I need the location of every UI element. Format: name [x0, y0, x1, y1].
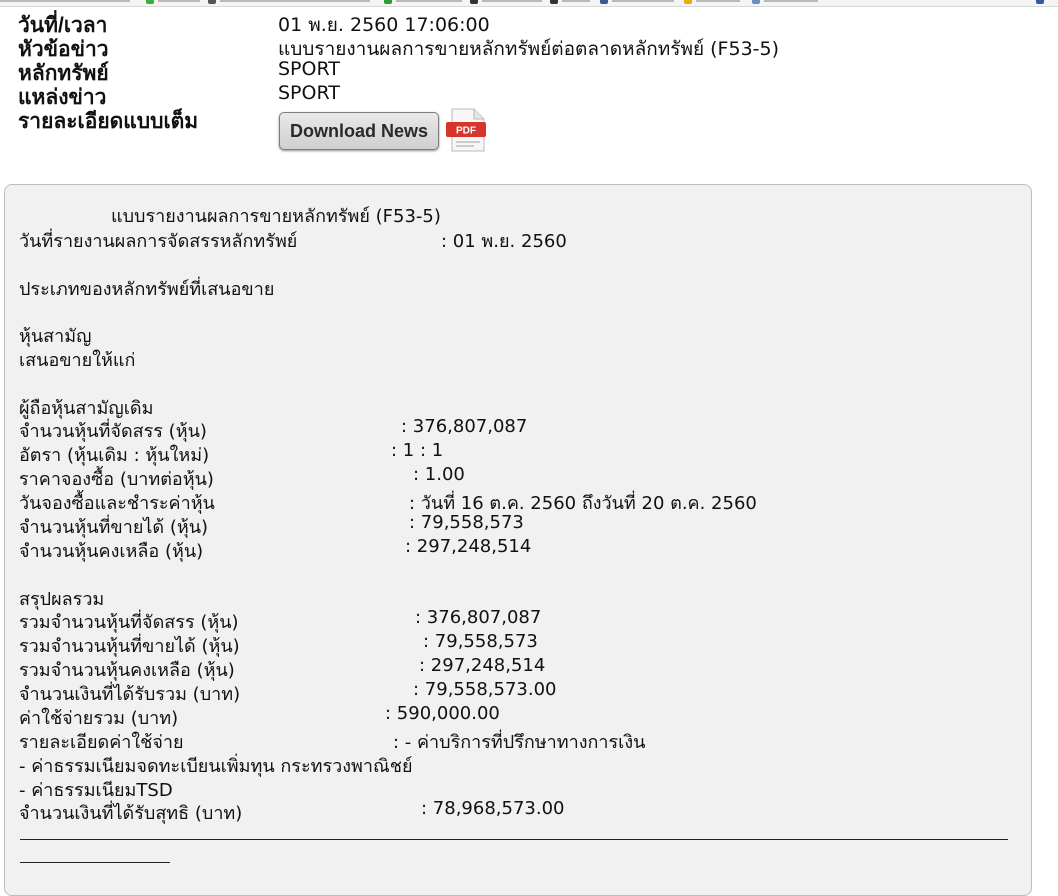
facebook-icon: [600, 0, 608, 4]
bookmark-icon: [684, 0, 692, 4]
bookmark-item[interactable]: [612, 0, 674, 2]
divider-line-short: [20, 862, 170, 863]
gross-value: : 79,558,573.00: [413, 679, 557, 700]
net-value: : 78,968,573.00: [421, 798, 565, 819]
bookmark-icon: [550, 0, 558, 4]
expenses-value: : 590,000.00: [385, 703, 500, 724]
download-news-button[interactable]: Download News: [279, 112, 439, 150]
bookmark-icon: [208, 0, 216, 4]
bookmark-icon: [384, 0, 392, 4]
remaining-value: : 297,248,514: [405, 536, 532, 557]
report-date-value: : 01 พ.ย. 2560: [441, 231, 567, 252]
bookmark-item[interactable]: [764, 0, 818, 2]
total-allocated-value: : 376,807,087: [415, 607, 542, 628]
pdf-label: PDF: [456, 126, 476, 137]
offered-to-label: เสนอขายให้แก่: [19, 350, 136, 371]
price-value: : 1.00: [413, 464, 465, 485]
bookmark-item[interactable]: [396, 0, 462, 2]
bookmark-item[interactable]: [696, 0, 740, 2]
source-value: SPORT: [278, 82, 340, 104]
expense-detail-value: : - ค่าบริการที่ปรึกษาทางการเงิน: [393, 732, 646, 753]
divider-line: [20, 839, 1008, 840]
symbol-value: SPORT: [278, 58, 340, 80]
total-sold-value: : 79,558,573: [423, 631, 538, 652]
title-value: แบบรายงานผลการขายหลักทรัพย์ต่อตลาดหลักทร…: [278, 38, 780, 60]
google-icon: [146, 0, 154, 4]
bookmark-item[interactable]: [562, 0, 590, 2]
bookmark-icon: [752, 0, 760, 4]
detail-label: รายละเอียดแบบเต็ม: [18, 110, 199, 133]
bookmark-item[interactable]: [482, 0, 542, 2]
net-label: จำนวนเงินที่ได้รับสุทธิ (บาท): [19, 803, 243, 824]
allocated-value: : 376,807,087: [401, 416, 528, 437]
bookmark-item[interactable]: [220, 0, 370, 2]
sold-value: : 79,558,573: [409, 512, 524, 533]
facebook-icon[interactable]: [1036, 0, 1044, 4]
bookmarks-bar: [0, 0, 1058, 7]
bookmark-icon: [470, 0, 478, 4]
pdf-icon[interactable]: PDF: [444, 107, 490, 153]
total-remaining-value: : 297,248,514: [419, 655, 546, 676]
ratio-value: : 1 : 1: [391, 440, 444, 461]
bookmark-item[interactable]: [158, 0, 200, 2]
bookmark-item[interactable]: [0, 0, 130, 2]
report-date-label: วันที่รายงานผลการจัดสรรหลักทรัพย์: [19, 231, 298, 252]
security-type-label: ประเภทของหลักทรัพย์ที่เสนอขาย: [19, 279, 275, 300]
remaining-label: จำนวนหุ้นคงเหลือ (หุ้น): [19, 541, 204, 562]
